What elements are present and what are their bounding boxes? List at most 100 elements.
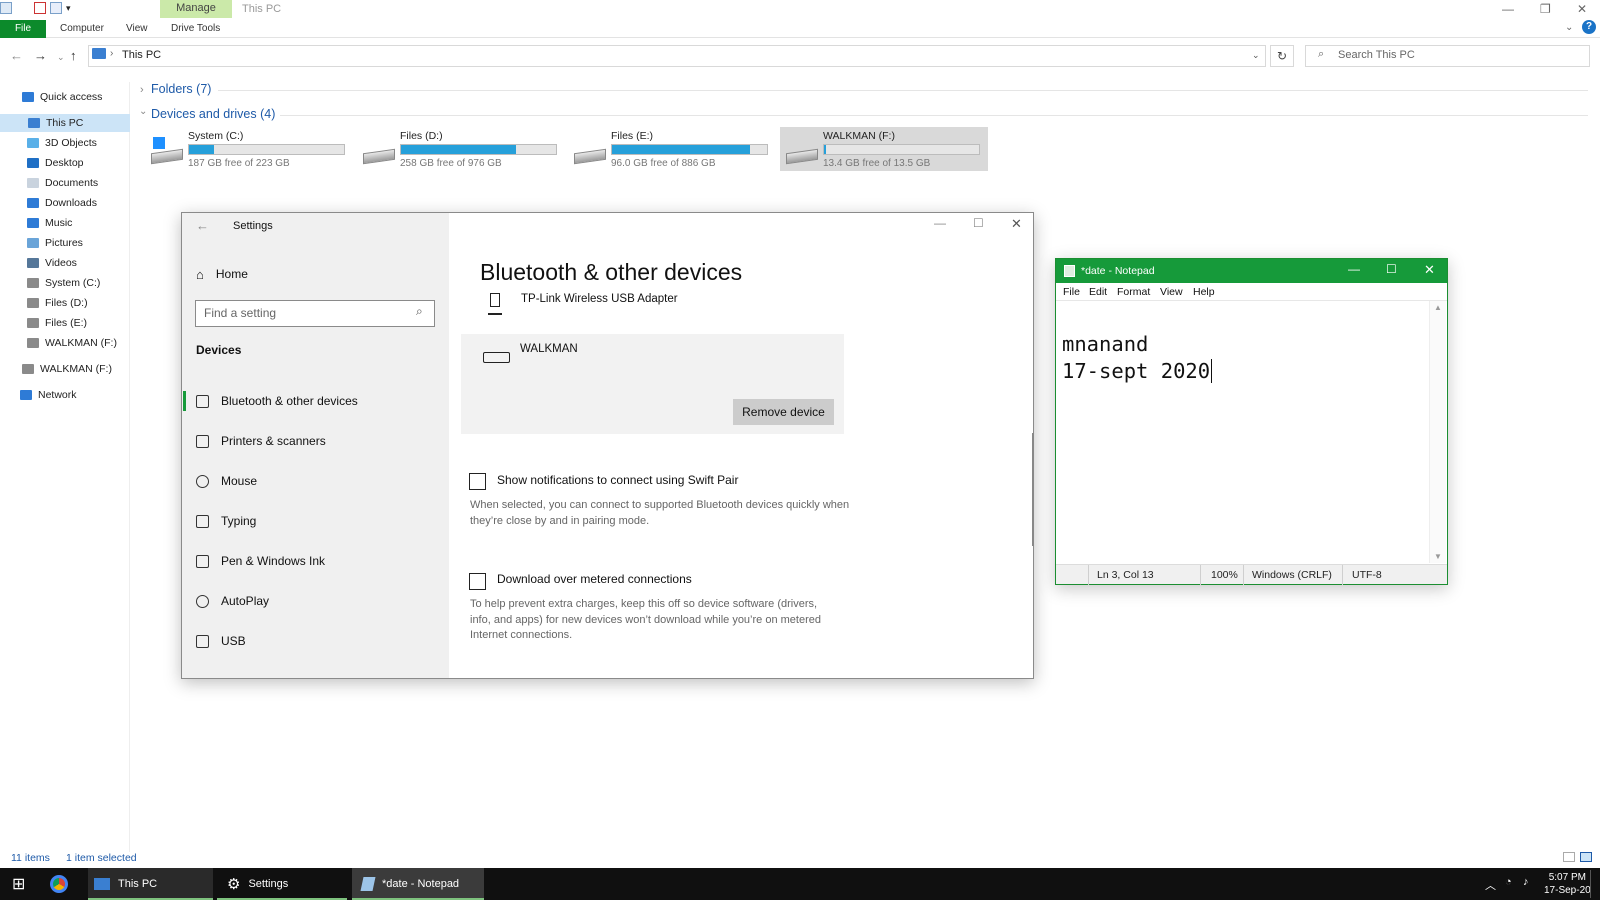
scroll-up-icon[interactable]: ▲ bbox=[1430, 303, 1446, 312]
folders-chevron-icon[interactable]: › bbox=[140, 84, 144, 96]
nav-item[interactable]: Downloads bbox=[27, 194, 97, 212]
nav-item[interactable]: System (C:) bbox=[27, 274, 100, 292]
breadcrumb[interactable]: This PC bbox=[122, 49, 161, 61]
maximize-icon[interactable]: ☐ bbox=[973, 216, 984, 230]
customize-qat-icon[interactable]: ▾ bbox=[66, 2, 74, 14]
taskbar-item-settings[interactable]: ⚙ Settings bbox=[217, 868, 347, 900]
taskbar-item-notepad[interactable]: *date - Notepad bbox=[352, 868, 484, 900]
address-dropdown-icon[interactable]: ⌄ bbox=[1252, 50, 1260, 61]
large-icons-view-icon[interactable] bbox=[1580, 852, 1592, 862]
search-icon: ⌕ bbox=[1318, 48, 1325, 60]
show-desktop-button[interactable] bbox=[1590, 870, 1591, 898]
back-arrow-icon[interactable]: ← bbox=[10, 48, 23, 63]
vertical-scrollbar[interactable]: ▲ ▼ bbox=[1429, 301, 1446, 563]
minimize-icon[interactable]: — bbox=[1348, 262, 1360, 276]
nav-item[interactable]: Documents bbox=[27, 174, 98, 192]
minimize-icon[interactable]: — bbox=[1502, 2, 1514, 16]
wifi-icon[interactable]: ◔ bbox=[1505, 876, 1512, 888]
tab-file[interactable]: File bbox=[0, 20, 46, 38]
close-icon[interactable]: ✕ bbox=[1577, 2, 1587, 16]
nav-item[interactable]: Videos bbox=[27, 254, 77, 272]
swift-pair-label[interactable]: Show notifications to connect using Swif… bbox=[497, 473, 738, 487]
drive-icon bbox=[27, 338, 39, 348]
settings-nav-item[interactable]: Typing bbox=[196, 511, 256, 531]
properties-icon[interactable] bbox=[34, 2, 46, 14]
tab-computer[interactable]: Computer bbox=[50, 20, 110, 38]
show-hidden-icons-icon[interactable]: ︿ bbox=[1485, 877, 1496, 893]
search-icon[interactable]: ⌕ bbox=[416, 304, 423, 319]
expand-ribbon-icon[interactable]: ⌄ bbox=[1565, 22, 1573, 33]
settings-nav-item[interactable]: USB bbox=[196, 631, 246, 651]
device-name[interactable]: TP-Link Wireless USB Adapter bbox=[521, 293, 678, 305]
nav-item[interactable]: Files (D:) bbox=[27, 294, 88, 312]
breadcrumb-chevron-icon[interactable]: › bbox=[110, 48, 113, 59]
drive-free-space: 13.4 GB free of 13.5 GB bbox=[823, 158, 931, 169]
devices-group-header[interactable]: Devices and drives (4) bbox=[151, 107, 275, 121]
settings-nav-item[interactable]: Printers & scanners bbox=[196, 431, 326, 451]
taskbar: ⊞ This PC ⚙ Settings *date - Notepad ︿ ◔… bbox=[0, 868, 1600, 900]
nav-item-label: WALKMAN (F:) bbox=[45, 337, 117, 349]
menu-edit[interactable]: Edit bbox=[1089, 286, 1107, 298]
drive-tile[interactable]: System (C:) 187 GB free of 223 GB bbox=[145, 127, 353, 171]
tab-view[interactable]: View bbox=[116, 20, 158, 38]
refresh-icon[interactable]: ↻ bbox=[1270, 45, 1294, 67]
settings-nav-item[interactable]: Bluetooth & other devices bbox=[183, 391, 358, 411]
tab-drive-tools[interactable]: Drive Tools bbox=[161, 20, 230, 38]
settings-nav-item[interactable]: AutoPlay bbox=[196, 591, 269, 611]
recent-locations-icon[interactable]: ⌄ bbox=[57, 52, 65, 63]
menu-format[interactable]: Format bbox=[1117, 286, 1150, 298]
metered-label[interactable]: Download over metered connections bbox=[497, 572, 692, 586]
swift-pair-checkbox[interactable] bbox=[469, 473, 486, 490]
drive-tile[interactable]: WALKMAN (F:) 13.4 GB free of 13.5 GB bbox=[780, 127, 988, 171]
forward-arrow-icon[interactable]: → bbox=[34, 48, 47, 63]
nav-item[interactable]: This PC bbox=[0, 114, 130, 132]
restore-icon[interactable]: ❐ bbox=[1540, 2, 1551, 16]
nav-item[interactable]: 3D Objects bbox=[27, 134, 97, 152]
maximize-icon[interactable]: ☐ bbox=[1386, 262, 1397, 276]
minimize-icon[interactable]: — bbox=[934, 216, 946, 230]
help-icon[interactable]: ? bbox=[1582, 20, 1596, 34]
settings-home[interactable]: ⌂ Home bbox=[196, 264, 248, 284]
details-view-icon[interactable] bbox=[1563, 852, 1575, 862]
tab-manage[interactable]: Manage bbox=[160, 0, 232, 18]
back-arrow-icon[interactable]: ← bbox=[196, 218, 209, 233]
taskbar-item-this-pc[interactable]: This PC bbox=[88, 868, 213, 900]
drive-tile[interactable]: Files (E:) 96.0 GB free of 886 GB bbox=[568, 127, 776, 171]
close-icon[interactable]: ✕ bbox=[1011, 216, 1022, 232]
scroll-down-icon[interactable]: ▼ bbox=[1430, 552, 1446, 561]
drive-icon bbox=[22, 364, 34, 374]
drive-capacity-bar bbox=[188, 144, 345, 155]
drive-tile[interactable]: Files (D:) 258 GB free of 976 GB bbox=[357, 127, 565, 171]
menu-help[interactable]: Help bbox=[1193, 286, 1215, 298]
notepad-text-area[interactable]: mnanand 17-sept 2020 bbox=[1062, 331, 1213, 385]
menu-file[interactable]: File bbox=[1063, 286, 1080, 298]
settings-nav-item[interactable]: Mouse bbox=[196, 471, 257, 491]
new-folder-icon[interactable] bbox=[50, 2, 62, 14]
folders-group-header[interactable]: Folders (7) bbox=[151, 82, 211, 96]
remove-device-button[interactable]: Remove device bbox=[733, 399, 834, 425]
nav-item[interactable]: Music bbox=[27, 214, 72, 232]
volume-icon[interactable]: ♪ bbox=[1523, 876, 1529, 888]
chrome-taskbar-button[interactable] bbox=[50, 868, 68, 900]
nav-item[interactable]: Network bbox=[20, 386, 77, 404]
settings-nav-item[interactable]: Pen & Windows Ink bbox=[196, 551, 325, 571]
devices-chevron-icon[interactable]: ⌄ bbox=[139, 106, 147, 117]
nav-item[interactable]: WALKMAN (F:) bbox=[22, 360, 112, 378]
close-icon[interactable]: ✕ bbox=[1424, 262, 1435, 278]
address-bar[interactable] bbox=[88, 45, 1266, 67]
start-windows-icon[interactable]: ⊞ bbox=[12, 868, 25, 900]
status-divider bbox=[1243, 565, 1244, 585]
status-item-count: 11 items bbox=[11, 852, 50, 864]
nav-item[interactable]: Pictures bbox=[27, 234, 83, 252]
menu-view[interactable]: View bbox=[1160, 286, 1183, 298]
nav-item[interactable]: Desktop bbox=[27, 154, 84, 172]
nav-item-label: Videos bbox=[45, 257, 77, 269]
clock[interactable]: 5:07 PM 17-Sep-20 bbox=[1544, 871, 1591, 897]
notepad-titlebar[interactable]: *date - Notepad — ☐ ✕ bbox=[1056, 259, 1447, 283]
metered-checkbox[interactable] bbox=[469, 573, 486, 590]
up-arrow-icon[interactable]: ↑ bbox=[70, 48, 77, 63]
scrollbar[interactable] bbox=[1032, 433, 1034, 546]
nav-item[interactable]: Files (E:) bbox=[27, 314, 87, 332]
nav-item[interactable]: WALKMAN (F:) bbox=[27, 334, 117, 352]
nav-item[interactable]: Quick access bbox=[22, 88, 102, 106]
